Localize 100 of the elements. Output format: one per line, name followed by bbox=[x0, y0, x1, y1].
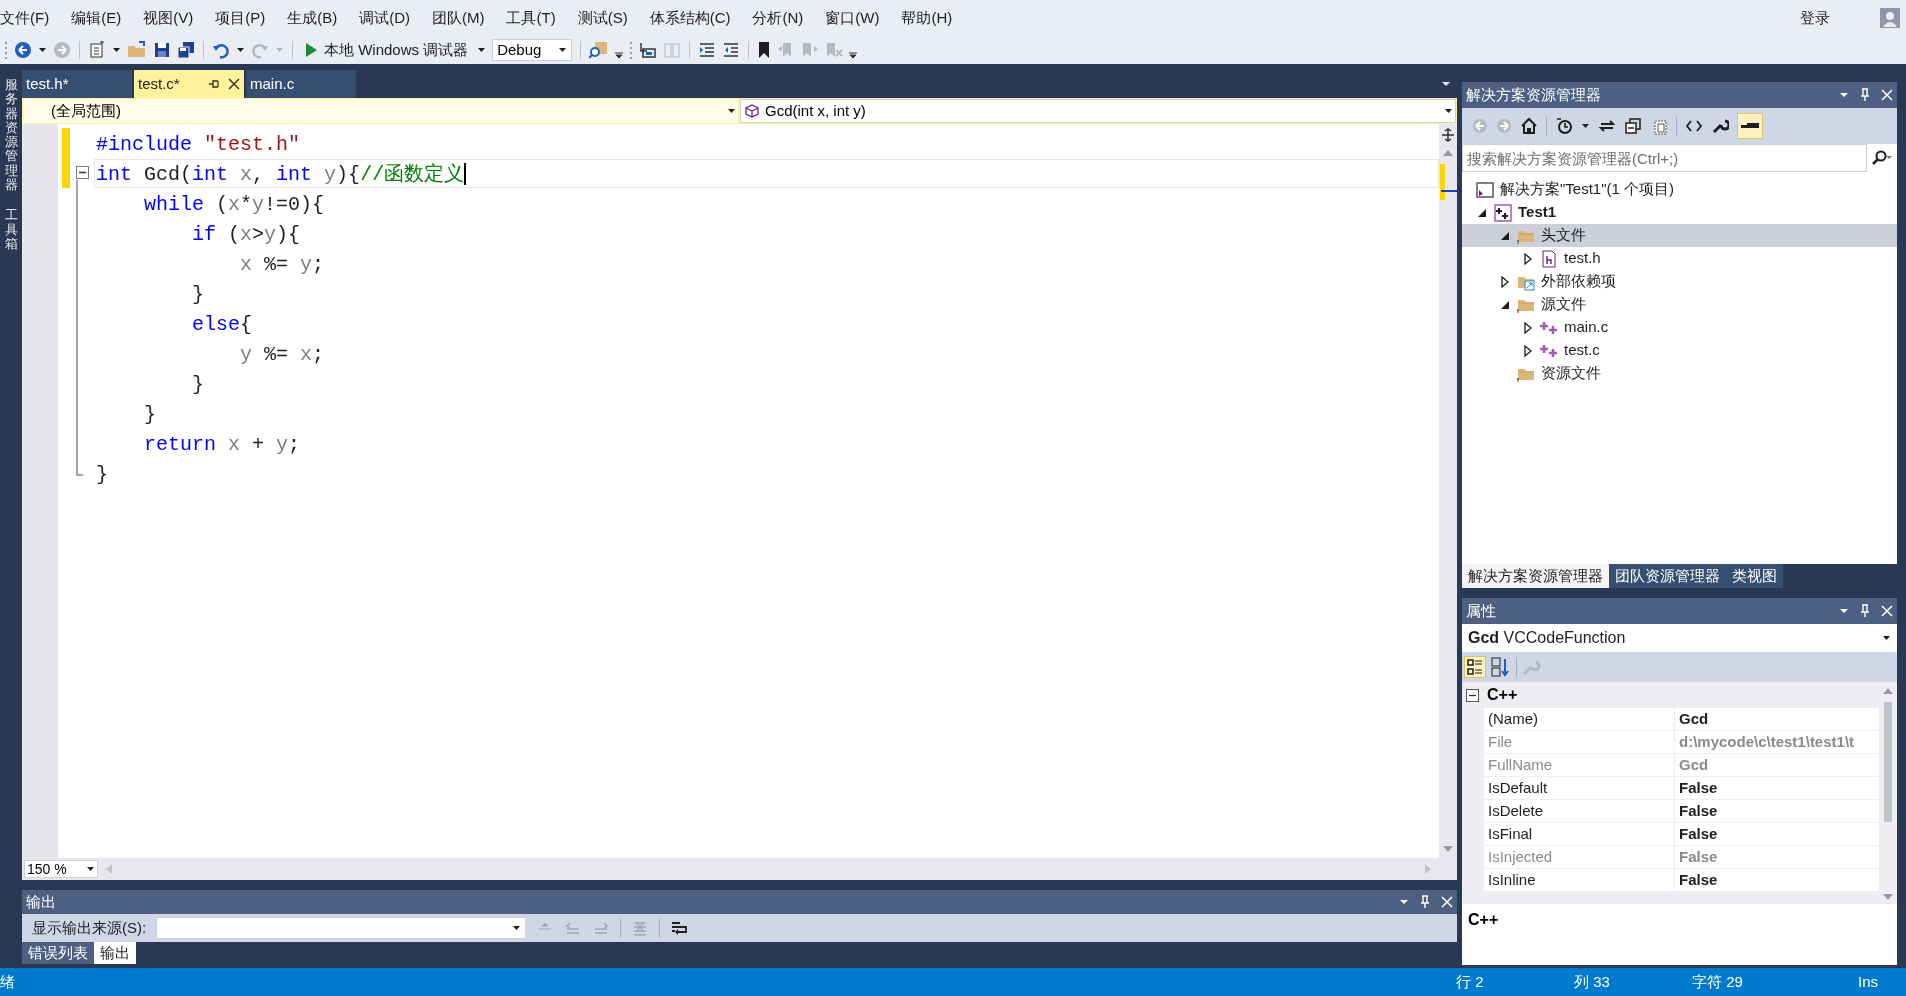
back-icon[interactable] bbox=[14, 41, 32, 59]
bookmark-icon[interactable] bbox=[757, 41, 772, 59]
panel-title: 属性 bbox=[1466, 600, 1497, 621]
object-dropdown[interactable]: Gcd VCCodeFunction bbox=[1462, 624, 1897, 652]
new-project-icon[interactable] bbox=[88, 41, 106, 59]
property-name[interactable]: IsDelete bbox=[1484, 800, 1675, 822]
document-tab[interactable]: test.h* bbox=[22, 70, 132, 98]
property-value[interactable]: False bbox=[1675, 823, 1879, 845]
caret-icon[interactable] bbox=[477, 46, 487, 54]
side-tab[interactable]: 工具箱 bbox=[4, 208, 18, 252]
tree-item[interactable]: test.h bbox=[1462, 247, 1897, 270]
collapsed-arrow-icon[interactable] bbox=[1522, 321, 1534, 334]
menu-item[interactable]: 窗口(W) bbox=[814, 6, 891, 30]
status-message: 绪 bbox=[0, 971, 16, 992]
menu-item[interactable]: 生成(B) bbox=[276, 6, 349, 30]
caret-icon[interactable] bbox=[1581, 122, 1590, 130]
caret-icon[interactable] bbox=[86, 865, 95, 873]
menu-item[interactable]: 视图(V) bbox=[132, 6, 205, 30]
save-icon[interactable] bbox=[153, 41, 171, 59]
sort-alphabetical-icon[interactable] bbox=[1490, 656, 1512, 678]
caret-icon[interactable] bbox=[512, 924, 522, 932]
menu-caret-icon[interactable] bbox=[1839, 607, 1849, 615]
scroll-thumb[interactable] bbox=[1884, 702, 1892, 822]
caret-icon[interactable] bbox=[727, 107, 736, 115]
close-icon[interactable] bbox=[228, 78, 240, 90]
configuration-dropdown[interactable]: Debug bbox=[492, 39, 573, 61]
property-value[interactable]: False bbox=[1675, 869, 1879, 891]
home-icon[interactable] bbox=[1520, 117, 1538, 135]
code-line: #include "test.h" bbox=[95, 131, 302, 158]
property-value[interactable]: False bbox=[1675, 800, 1879, 822]
search-field[interactable]: 搜索解决方案资源管理器(Ctrl+;) bbox=[1462, 144, 1867, 172]
property-name[interactable]: IsInline bbox=[1484, 869, 1675, 891]
word-wrap-icon[interactable] bbox=[670, 919, 689, 937]
side-tab[interactable]: 服务器资源管理器 bbox=[4, 78, 18, 193]
panel-tab[interactable]: 错误列表 bbox=[22, 942, 94, 964]
zoom-dropdown[interactable]: 150 % bbox=[24, 860, 98, 878]
caret-icon[interactable] bbox=[1882, 634, 1891, 642]
property-name[interactable]: (Name) bbox=[1484, 708, 1675, 730]
panel-tab[interactable]: 类视图 bbox=[1726, 564, 1783, 588]
categorized-icon[interactable] bbox=[1464, 656, 1486, 678]
menu-caret-icon[interactable] bbox=[1839, 91, 1849, 99]
document-tab[interactable]: test.c* bbox=[134, 70, 244, 98]
outdent-icon[interactable] bbox=[722, 41, 741, 59]
menu-item[interactable]: 分析(N) bbox=[741, 6, 815, 30]
tree-item[interactable]: test.c bbox=[1462, 339, 1897, 362]
tree-item[interactable]: 解决方案"Test1"(1 个项目) bbox=[1462, 178, 1897, 201]
menu-item[interactable]: 测试(S) bbox=[566, 6, 639, 30]
menu-item[interactable]: 体系结构(C) bbox=[638, 6, 742, 30]
open-folder-icon[interactable] bbox=[127, 41, 147, 59]
menu-item[interactable]: 项目(P) bbox=[204, 6, 277, 30]
tree-item[interactable]: 资源文件 bbox=[1462, 362, 1897, 385]
undo-icon[interactable] bbox=[212, 41, 230, 59]
tree-item[interactable]: main.c bbox=[1462, 316, 1897, 339]
save-all-icon[interactable] bbox=[177, 41, 195, 59]
preview-toggle-icon[interactable] bbox=[1737, 113, 1763, 139]
tab-list-icon[interactable] bbox=[1441, 80, 1451, 88]
tree-item[interactable]: 头文件 bbox=[1462, 224, 1897, 247]
indent-icon[interactable] bbox=[698, 41, 717, 59]
property-name[interactable]: IsFinal bbox=[1484, 823, 1675, 845]
caret-icon[interactable] bbox=[38, 46, 47, 54]
menu-item[interactable]: 团队(M) bbox=[421, 6, 496, 30]
menu-item[interactable]: 调试(D) bbox=[348, 6, 421, 30]
property-name[interactable]: IsDefault bbox=[1484, 777, 1675, 799]
sign-in-link[interactable]: 登录 bbox=[1800, 6, 1830, 30]
collapse-all-icon[interactable] bbox=[1624, 117, 1642, 135]
collapse-icon[interactable] bbox=[76, 166, 89, 179]
tree-item[interactable]: 源文件 bbox=[1462, 293, 1897, 316]
menu-item[interactable]: 工具(T) bbox=[495, 6, 567, 30]
split-icon[interactable] bbox=[1441, 128, 1455, 142]
menu-caret-icon[interactable] bbox=[1399, 898, 1409, 906]
caret-icon[interactable] bbox=[236, 46, 245, 54]
find-icon[interactable] bbox=[589, 41, 610, 59]
tree-item[interactable]: Test1 bbox=[1462, 201, 1897, 224]
pending-changes-icon[interactable] bbox=[1555, 117, 1573, 135]
panel-tab[interactable]: 输出 bbox=[94, 942, 136, 964]
menu-item[interactable]: 编辑(E) bbox=[60, 6, 133, 30]
scope-dropdown[interactable]: (全局范围) bbox=[23, 99, 738, 123]
menu-item[interactable]: 帮助(H) bbox=[890, 6, 964, 30]
search-icon[interactable] bbox=[1871, 150, 1893, 166]
pin-icon[interactable] bbox=[208, 78, 220, 90]
menu-item[interactable]: 文件(F) bbox=[0, 6, 61, 30]
member-dropdown[interactable]: Gcd(int x, int y) bbox=[740, 99, 1456, 123]
panel-tab[interactable]: 解决方案资源管理器 bbox=[1462, 564, 1609, 588]
vertical-scrollbar[interactable] bbox=[1439, 124, 1457, 858]
collapsed-arrow-icon[interactable] bbox=[1499, 275, 1511, 288]
collapse-icon[interactable] bbox=[1466, 688, 1479, 702]
collapsed-arrow-icon[interactable] bbox=[1522, 344, 1534, 357]
property-value[interactable]: Gcd bbox=[1675, 708, 1879, 730]
step-icon[interactable] bbox=[639, 41, 658, 59]
collapsed-arrow-icon[interactable] bbox=[1522, 252, 1534, 265]
caret-icon[interactable] bbox=[558, 46, 568, 54]
user-icon[interactable] bbox=[1880, 8, 1900, 28]
tree-item[interactable]: 外部依赖项 bbox=[1462, 270, 1897, 293]
start-debugging-button[interactable]: 本地 Windows 调试器 bbox=[301, 39, 472, 61]
caret-icon[interactable] bbox=[1444, 107, 1453, 115]
property-value[interactable]: False bbox=[1675, 777, 1879, 799]
wrench-icon[interactable] bbox=[1711, 117, 1729, 135]
caret-icon[interactable] bbox=[112, 46, 121, 54]
document-tab[interactable]: main.c bbox=[246, 70, 356, 98]
panel-tab[interactable]: 团队资源管理器 bbox=[1609, 564, 1726, 588]
